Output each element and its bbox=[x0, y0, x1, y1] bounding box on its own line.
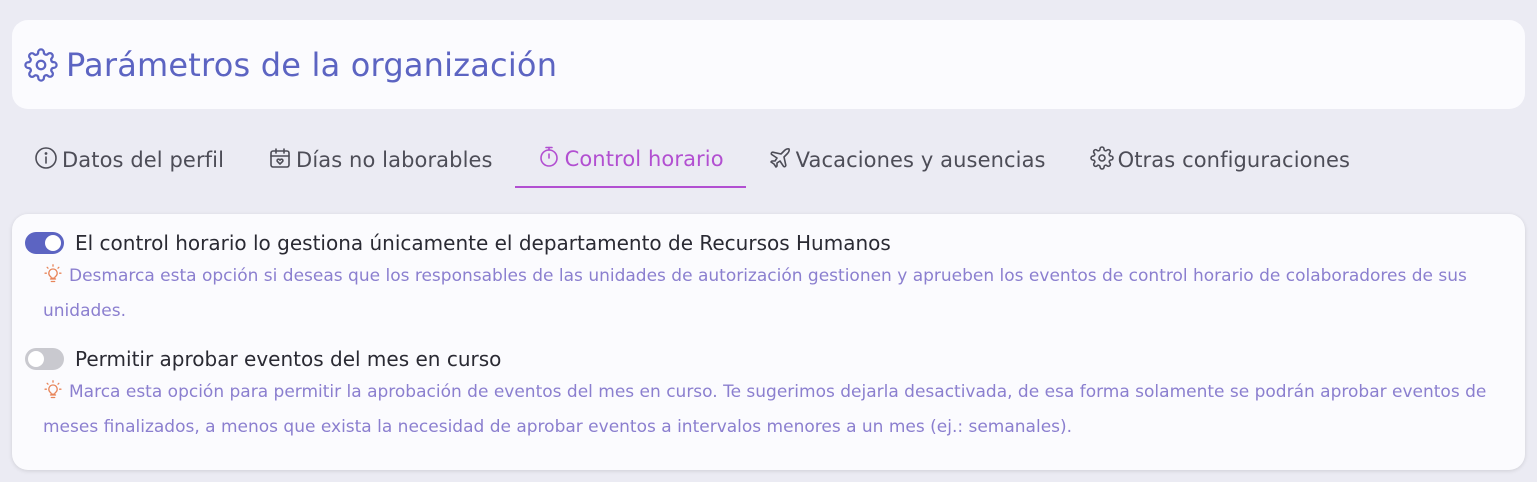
tab-label: Otras configuraciones bbox=[1117, 148, 1351, 172]
tab-otras-configuraciones[interactable]: Otras configuraciones bbox=[1068, 132, 1372, 188]
lightbulb-icon bbox=[43, 263, 63, 295]
tab-label: Vacaciones y ausencias bbox=[795, 148, 1046, 172]
setting-label: Permitir aprobar eventos del mes en curs… bbox=[75, 347, 502, 371]
hint-text: Desmarca esta opción si deseas que los r… bbox=[43, 266, 1467, 321]
setting-hint: Marca esta opción para permitir la aprob… bbox=[43, 376, 1493, 443]
tab-vacaciones-y-ausencias[interactable]: Vacaciones y ausencias bbox=[746, 132, 1068, 188]
tab-label: Control horario bbox=[564, 147, 724, 171]
tab-label: Datos del perfil bbox=[62, 148, 225, 172]
page-header: Parámetros de la organización bbox=[12, 20, 1525, 109]
page-title: Parámetros de la organización bbox=[66, 45, 558, 84]
info-icon bbox=[34, 146, 62, 175]
setting-label: El control horario lo gestiona únicament… bbox=[75, 231, 891, 255]
setting-hint: Desmarca esta opción si deseas que los r… bbox=[43, 260, 1493, 327]
lightbulb-icon bbox=[43, 379, 63, 411]
tab-datos-del-perfil[interactable]: Datos del perfil bbox=[12, 132, 246, 188]
setting-approve-current-month: Permitir aprobar eventos del mes en curs… bbox=[25, 344, 1493, 443]
settings-panel: El control horario lo gestiona únicament… bbox=[12, 214, 1525, 470]
calendar-icon bbox=[268, 146, 296, 175]
airplane-icon bbox=[768, 146, 796, 175]
setting-hr-managed: El control horario lo gestiona únicament… bbox=[25, 228, 1493, 327]
gear-icon bbox=[1089, 145, 1118, 175]
hr-managed-toggle[interactable] bbox=[25, 232, 64, 254]
tab-dias-no-laborables[interactable]: Días no laborables bbox=[246, 132, 515, 188]
approve-current-month-toggle[interactable] bbox=[25, 348, 64, 370]
tab-label: Días no laborables bbox=[296, 148, 493, 172]
gear-icon bbox=[24, 47, 58, 82]
settings-tabs: Datos del perfil Días no laborables Cont… bbox=[12, 132, 1372, 190]
hint-text: Marca esta opción para permitir la aprob… bbox=[43, 382, 1487, 437]
stopwatch-icon bbox=[537, 145, 565, 174]
tab-control-horario[interactable]: Control horario bbox=[514, 132, 746, 188]
